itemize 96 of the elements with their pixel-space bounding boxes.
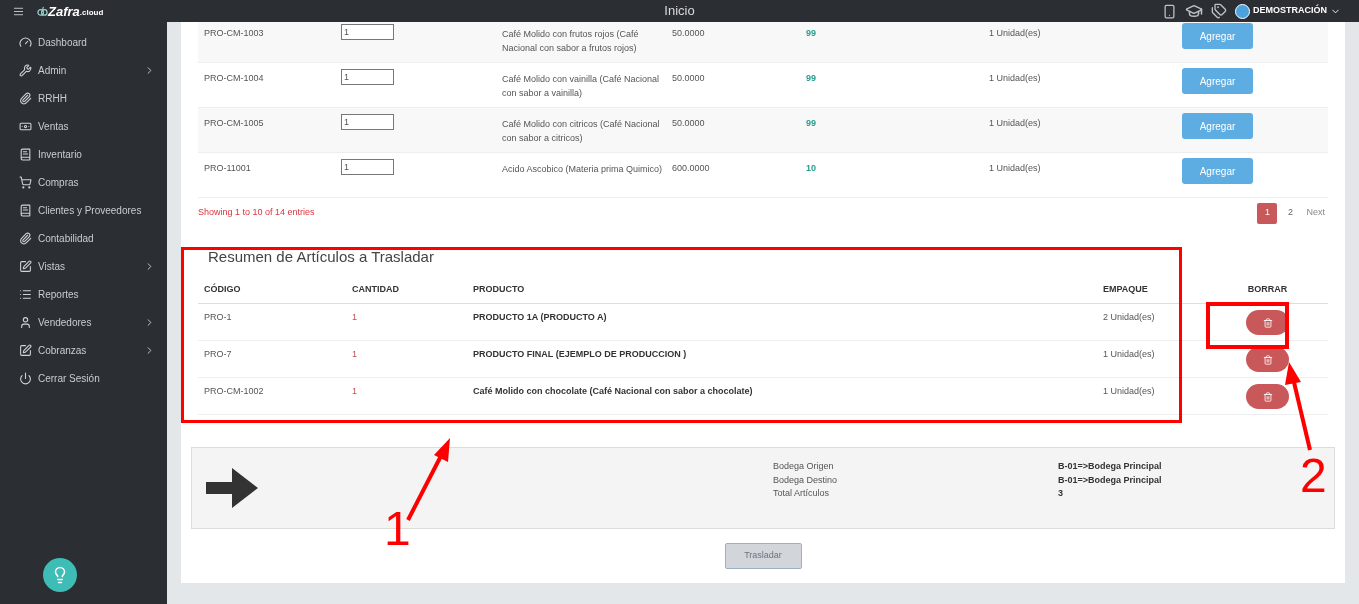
sidebar-item[interactable]: Contabilidad bbox=[0, 224, 167, 252]
delete-button[interactable] bbox=[1246, 384, 1289, 409]
gauge-icon bbox=[19, 35, 32, 49]
tags-icon[interactable] bbox=[1211, 3, 1227, 19]
avatar[interactable] bbox=[1235, 3, 1250, 19]
table-cell-text: PRODUCTO FINAL (EJEMPLO DE PRODUCCION ) bbox=[472, 348, 688, 361]
logo-suffix: .cloud bbox=[79, 6, 104, 19]
edit-icon bbox=[19, 259, 32, 273]
field-label: Bodega Origen bbox=[773, 460, 835, 473]
table-cell-text: 2 Unidad(es) bbox=[1102, 311, 1156, 324]
table-cell-text: 99 bbox=[806, 72, 817, 85]
quantity-input[interactable]: 1 bbox=[341, 159, 394, 175]
field-label: Total Artículos bbox=[773, 487, 831, 500]
table-cell-text: 1 Unidad(es) bbox=[1102, 348, 1156, 361]
sidebar-item[interactable]: Admin bbox=[0, 56, 167, 84]
sidebar-item[interactable]: Compras bbox=[0, 168, 167, 196]
table-cell-text: Café Molido con vainilla (Café Nacional con sabor a vainilla) bbox=[502, 73, 661, 100]
page-button[interactable]: 1 bbox=[1257, 202, 1278, 224]
field-value: 3 bbox=[1058, 487, 1063, 500]
phone-icon[interactable] bbox=[1162, 3, 1177, 19]
graduation-cap-icon[interactable] bbox=[1185, 2, 1203, 20]
field-value: B-01=>Bodega Principal bbox=[1058, 473, 1162, 487]
table-cell-text: 600.0000 bbox=[672, 162, 711, 175]
book-icon bbox=[19, 147, 32, 161]
table-cell-text: 1 bbox=[351, 385, 358, 398]
user-name[interactable]: DEMOSTRACIÓN bbox=[1253, 4, 1327, 18]
sidebar-item[interactable]: Inventario bbox=[0, 140, 167, 168]
quantity-input[interactable]: 1 bbox=[341, 114, 394, 130]
table-cell-text: PRO-CM-1003 bbox=[203, 27, 265, 40]
trash-icon bbox=[1262, 354, 1273, 365]
table-cell-text: PRO-CM-1005 bbox=[203, 117, 265, 130]
annotation-number: 1 bbox=[384, 505, 411, 553]
table-cell-text: Acido Ascobico (Materia prima Quimico) bbox=[502, 163, 664, 176]
logo-text: Zafra bbox=[48, 4, 80, 18]
table-cell-text: 1 bbox=[351, 348, 358, 361]
table-cell-text: Café Molido con frutos rojos (Café Nacional con sabor a frutos rojos) bbox=[502, 28, 640, 55]
table-cell-text: PRO-7 bbox=[203, 348, 233, 361]
table-cell-text: 1 Unidad(es) bbox=[1102, 385, 1156, 398]
annotation-number: 2 bbox=[1300, 452, 1327, 500]
table-cell-text: Café Molido con chocolate (Café Nacional con sabor a chocolate) bbox=[472, 385, 754, 398]
column-header: CÓDIGO bbox=[203, 282, 241, 296]
power-icon bbox=[19, 371, 32, 385]
page-button[interactable]: 2 bbox=[1280, 202, 1301, 224]
table-cell-text: PRO-11001 bbox=[203, 162, 252, 175]
sidebar-item[interactable]: Cerrar Sesión bbox=[0, 364, 167, 392]
sidebar-item[interactable]: Reportes bbox=[0, 280, 167, 308]
entries-info: Showing 1 to 10 of 14 entries bbox=[198, 206, 315, 220]
table-cell-text: 50.0000 bbox=[672, 117, 706, 130]
quantity-input[interactable]: 1 bbox=[341, 69, 394, 85]
table-cell-text: PRO-CM-1004 bbox=[203, 72, 265, 85]
table-cell-text: 99 bbox=[806, 27, 817, 40]
table-cell-text: 50.0000 bbox=[672, 27, 706, 40]
sidebar-item[interactable]: Vendedores bbox=[0, 308, 167, 336]
book-icon bbox=[19, 203, 32, 217]
lightbulb-button[interactable] bbox=[43, 558, 77, 592]
arrow-right-icon bbox=[206, 468, 258, 508]
quantity-input[interactable]: 1 bbox=[341, 24, 394, 40]
sidebar-item[interactable]: Ventas bbox=[0, 112, 167, 140]
edit-icon bbox=[19, 343, 32, 357]
sidebar-item[interactable]: Dashboard bbox=[0, 28, 167, 56]
column-header: CANTIDAD bbox=[351, 282, 399, 296]
table-cell-text: 1 bbox=[351, 311, 358, 324]
table-cell-text: PRODUCTO 1A (PRODUCTO A) bbox=[472, 311, 608, 324]
cart-icon bbox=[19, 175, 32, 189]
column-header: BORRAR bbox=[1247, 282, 1288, 296]
delete-button[interactable] bbox=[1246, 347, 1289, 372]
page-title: Inicio bbox=[664, 2, 695, 21]
sidebar-item[interactable]: Cobranzas bbox=[0, 336, 167, 364]
sidebar-item[interactable]: Clientes y Proveedores bbox=[0, 196, 167, 224]
table-cell-text: 1 Unidad(es) bbox=[989, 162, 1042, 175]
table-cell-text: PRO-1 bbox=[203, 311, 233, 324]
wrench-icon bbox=[19, 63, 32, 77]
column-header: EMPAQUE bbox=[1102, 282, 1148, 296]
trash-icon bbox=[1262, 391, 1273, 402]
table-cell-text: 1 Unidad(es) bbox=[989, 27, 1042, 40]
user-icon bbox=[19, 315, 32, 329]
table-cell-text: 10 bbox=[806, 162, 817, 175]
sidebar-item[interactable]: RRHH bbox=[0, 84, 167, 112]
logo-icon bbox=[37, 5, 48, 17]
field-label: Bodega Destino bbox=[773, 473, 839, 487]
column-header: PRODUCTO bbox=[472, 282, 525, 296]
paperclip-icon bbox=[19, 91, 32, 105]
table-cell-text: 1 Unidad(es) bbox=[989, 72, 1042, 85]
table-cell-text: 99 bbox=[806, 117, 817, 130]
next-button[interactable]: Next bbox=[1303, 206, 1328, 220]
sidebar-item[interactable]: Vistas bbox=[0, 252, 167, 280]
menu-icon[interactable] bbox=[13, 5, 24, 17]
table-cell-text: PRO-CM-1002 bbox=[203, 385, 265, 398]
section-title: Resumen de Artículos a Trasladar bbox=[208, 247, 434, 267]
table-cell-text: 50.0000 bbox=[672, 72, 706, 85]
table-cell-text: 1 Unidad(es) bbox=[989, 117, 1042, 130]
list-icon bbox=[19, 287, 32, 301]
trash-icon bbox=[1262, 317, 1273, 328]
field-value: B-01=>Bodega Principal bbox=[1058, 460, 1162, 473]
table-cell-text: Café Molido con citricos (Café Nacional con sabor a citricos) bbox=[502, 118, 661, 145]
paperclip-icon bbox=[19, 231, 32, 245]
